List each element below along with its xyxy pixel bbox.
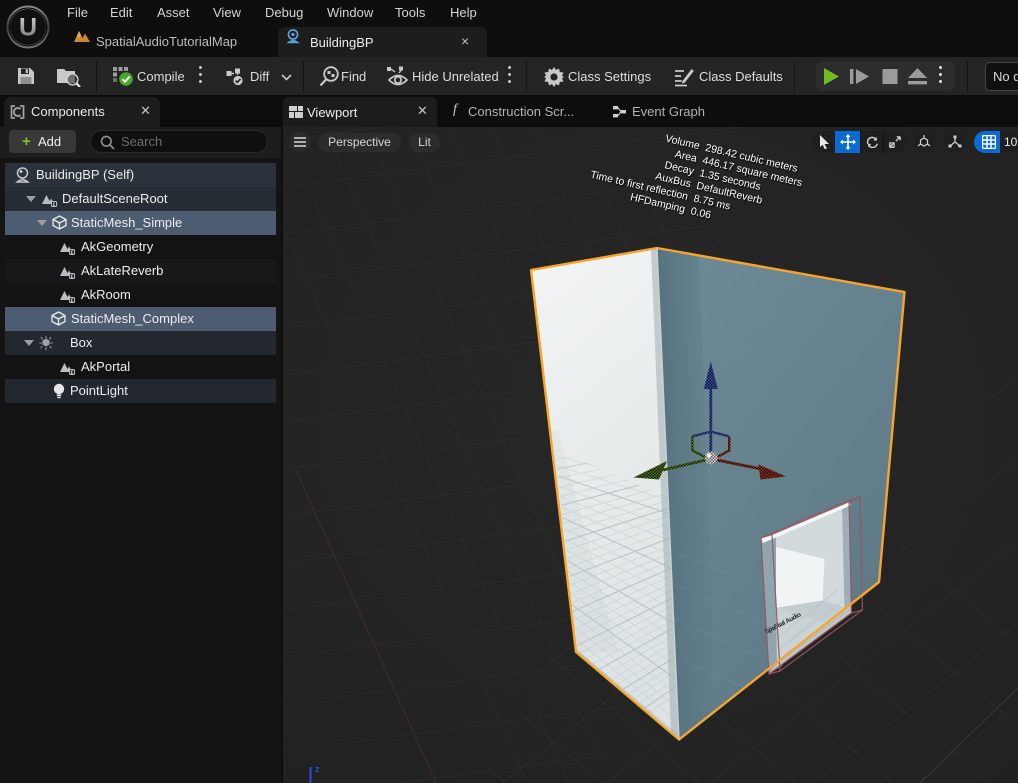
svg-text:U: U bbox=[19, 14, 37, 42]
svg-text:z: z bbox=[315, 764, 320, 774]
